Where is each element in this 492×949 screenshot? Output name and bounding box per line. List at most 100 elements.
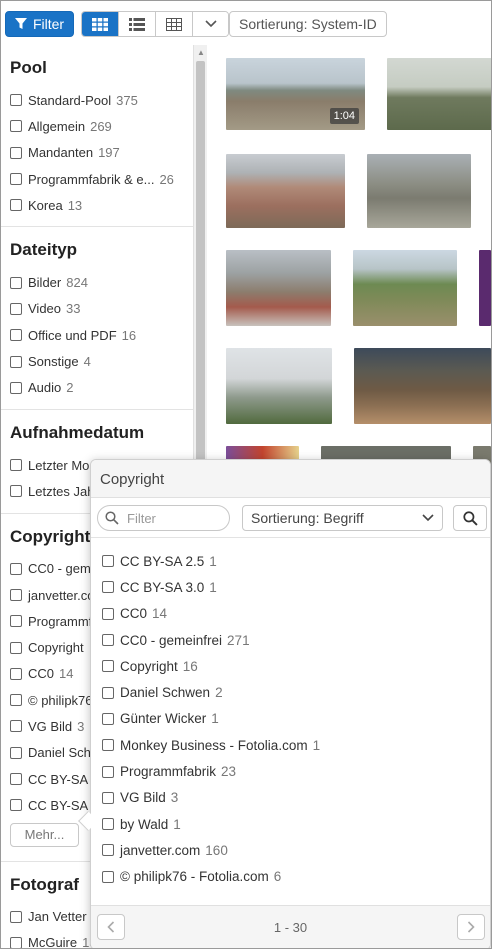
checkbox[interactable] xyxy=(10,746,22,759)
checkbox[interactable] xyxy=(10,199,22,212)
table-view-button[interactable] xyxy=(156,12,193,36)
checkbox[interactable] xyxy=(102,660,114,673)
facet-item-label: VG Bild xyxy=(28,718,73,734)
video-duration-badge: 1:04 xyxy=(329,108,359,124)
facet-item-count: 4 xyxy=(83,354,91,370)
checkbox[interactable] xyxy=(102,581,114,594)
checkbox[interactable] xyxy=(10,485,22,498)
scroll-up-icon[interactable]: ▲ xyxy=(197,48,205,57)
checkbox[interactable] xyxy=(10,146,22,159)
facet-item-count: 13 xyxy=(67,197,83,213)
list-item[interactable]: janvetter.com 160 xyxy=(102,837,490,863)
checkbox[interactable] xyxy=(10,276,22,289)
checkbox[interactable] xyxy=(10,459,22,472)
more-button[interactable]: Mehr... xyxy=(10,822,79,847)
thumbnail[interactable]: 1:04 xyxy=(226,58,365,130)
checkbox[interactable] xyxy=(10,910,22,923)
facet-item[interactable]: Office und PDF 16 xyxy=(10,322,193,348)
list-item[interactable]: CC0 - gemeinfrei 271 xyxy=(102,627,490,653)
checkbox[interactable] xyxy=(102,634,114,647)
thumbnail[interactable] xyxy=(353,250,457,326)
facet-item[interactable]: Bilder 824 xyxy=(10,269,193,295)
grid-icon xyxy=(92,17,108,31)
thumbnail[interactable] xyxy=(387,58,491,130)
popup-term-list: CC BY-SA 2.5 1 CC BY-SA 3.0 1 CC0 14 CC0 - … xyxy=(91,538,490,890)
list-item[interactable]: Daniel Schwen 2 xyxy=(102,679,490,705)
checkbox[interactable] xyxy=(10,936,22,948)
checkbox[interactable] xyxy=(102,555,114,568)
term-count: 1 xyxy=(211,711,219,727)
facet-item[interactable]: Standard-Pool 375 xyxy=(10,87,193,113)
list-item[interactable]: Copyright 16 xyxy=(102,653,490,679)
next-page-button[interactable] xyxy=(457,914,485,940)
list-item[interactable]: Programmfabrik 23 xyxy=(102,758,490,784)
view-menu-button[interactable] xyxy=(193,12,228,36)
facet-title: Aufnahmedatum xyxy=(10,422,145,442)
list-item[interactable]: Monkey Business - Fotolia.com 1 xyxy=(102,732,490,758)
list-item[interactable]: CC BY-SA 3.0 1 xyxy=(102,574,490,600)
checkbox[interactable] xyxy=(10,562,22,575)
checkbox[interactable] xyxy=(10,641,22,654)
checkbox[interactable] xyxy=(10,302,22,315)
checkbox[interactable] xyxy=(10,329,22,342)
checkbox[interactable] xyxy=(10,589,22,601)
facet-item-label: Sonstige xyxy=(28,354,79,370)
thumbnail[interactable] xyxy=(226,348,332,424)
facet-item-label: Bilder xyxy=(28,275,62,291)
checkbox[interactable] xyxy=(102,686,114,699)
facet-item[interactable]: Sonstige 4 xyxy=(10,348,193,374)
list-item[interactable]: by Wald 1 xyxy=(102,811,490,837)
checkbox[interactable] xyxy=(10,615,22,628)
thumbnail[interactable] xyxy=(226,250,331,326)
checkbox[interactable] xyxy=(102,818,114,831)
checkbox[interactable] xyxy=(102,870,114,883)
popup-sort-select[interactable]: Sortierung: Begriff xyxy=(242,505,443,531)
checkbox[interactable] xyxy=(10,667,22,680)
checkbox[interactable] xyxy=(10,355,22,368)
thumbnail[interactable] xyxy=(479,250,491,326)
thumbnail[interactable] xyxy=(367,154,471,228)
checkbox[interactable] xyxy=(10,94,22,107)
term-count: 1 xyxy=(312,737,321,753)
popup-search-button[interactable] xyxy=(453,505,487,531)
checkbox[interactable] xyxy=(10,381,22,394)
list-item[interactable]: CC0 14 xyxy=(102,601,490,627)
checkbox[interactable] xyxy=(10,799,22,812)
facet-item-count: 375 xyxy=(116,92,138,108)
term-count: 271 xyxy=(227,632,250,648)
sort-button[interactable]: Sortierung: System-ID xyxy=(229,11,387,37)
facet-item-count: 269 xyxy=(90,118,112,134)
facet-title: Dateityp xyxy=(10,240,78,260)
facet-item-label: Mandanten xyxy=(28,145,94,161)
grid-view-button[interactable] xyxy=(82,12,119,36)
checkbox[interactable] xyxy=(10,120,22,133)
popup-toolbar: Filter Sortierung: Begriff xyxy=(91,498,490,538)
scrollbar-thumb[interactable] xyxy=(196,61,205,471)
list-item[interactable]: © philipk76 - Fotolia.com 6 xyxy=(102,864,490,890)
checkbox[interactable] xyxy=(102,607,114,620)
facet-item[interactable]: Video 33 xyxy=(10,296,193,322)
facet-item[interactable]: Audio 2 xyxy=(10,375,193,401)
checkbox[interactable] xyxy=(102,791,114,804)
facet-item[interactable]: Korea 13 xyxy=(10,192,193,218)
filter-button[interactable]: Filter xyxy=(5,11,74,37)
facet-item[interactable]: Mandanten 197 xyxy=(10,140,193,166)
list-item[interactable]: Günter Wicker 1 xyxy=(102,706,490,732)
checkbox[interactable] xyxy=(102,844,114,857)
checkbox[interactable] xyxy=(10,173,22,186)
facet-item-count: 14 xyxy=(59,666,74,682)
facet-item[interactable]: Allgemein 269 xyxy=(10,113,193,139)
checkbox[interactable] xyxy=(102,712,114,725)
list-item[interactable]: CC BY-SA 2.5 1 xyxy=(102,548,490,574)
checkbox[interactable] xyxy=(10,720,22,733)
thumbnail[interactable] xyxy=(226,154,345,228)
list-item[interactable]: VG Bild 3 xyxy=(102,785,490,811)
facet-item[interactable]: Programmfabrik & e... 26 xyxy=(10,166,193,192)
checkbox[interactable] xyxy=(10,773,22,786)
thumbnail[interactable] xyxy=(354,348,491,424)
checkbox[interactable] xyxy=(10,694,22,707)
popup-filter-input[interactable]: Filter xyxy=(97,505,230,531)
checkbox[interactable] xyxy=(102,739,114,752)
checkbox[interactable] xyxy=(102,765,114,778)
list-view-button[interactable] xyxy=(119,12,156,36)
